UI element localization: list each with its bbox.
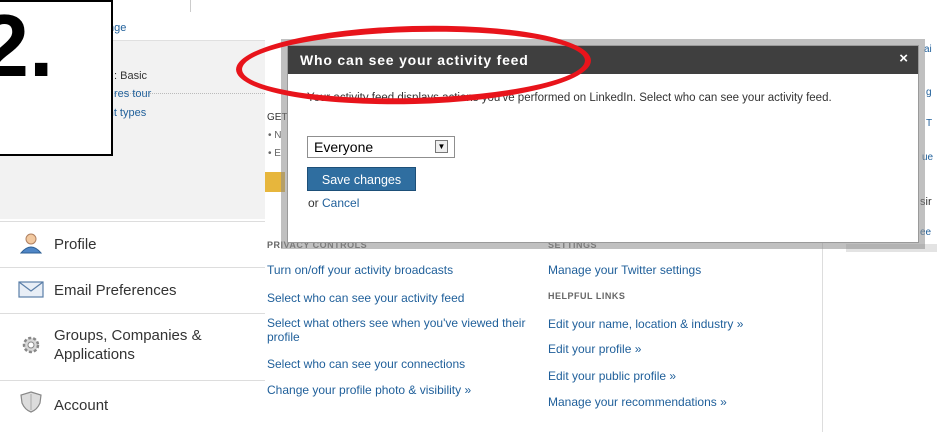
edge-text: ai bbox=[924, 44, 932, 55]
profile-icon bbox=[19, 233, 43, 254]
cancel-row: or Cancel bbox=[308, 196, 359, 210]
helpful-links-heading: HELPFUL LINKS bbox=[548, 291, 626, 301]
edit-public-profile-link[interactable]: Edit your public profile » bbox=[548, 369, 676, 383]
topbar-divider bbox=[190, 0, 191, 12]
edge-text: T bbox=[926, 118, 933, 129]
close-icon[interactable]: × bbox=[899, 50, 908, 67]
profile-photo-link[interactable]: Change your profile photo & visibility » bbox=[267, 383, 471, 397]
chevron-down-icon[interactable]: ▼ bbox=[435, 140, 448, 153]
save-button[interactable]: Save changes bbox=[307, 167, 416, 191]
step-number: 2. bbox=[0, 0, 54, 95]
column-divider bbox=[822, 238, 823, 432]
settings-nav: Profile Email Preferences Groups, Compan… bbox=[0, 221, 265, 426]
right-panel-bar bbox=[846, 244, 937, 252]
cancel-link[interactable]: Cancel bbox=[322, 196, 359, 210]
select-value: Everyone bbox=[314, 139, 374, 155]
features-tour-link[interactable]: res tour bbox=[114, 88, 151, 100]
edge-text: ee bbox=[920, 227, 932, 238]
nav-item-account[interactable]: Account bbox=[0, 380, 265, 426]
recommendations-link[interactable]: Manage your recommendations » bbox=[548, 395, 727, 409]
or-text: or bbox=[308, 196, 319, 210]
nav-label: Profile bbox=[54, 236, 97, 253]
visibility-select[interactable]: Everyone ▼ bbox=[307, 136, 455, 158]
gear-icon bbox=[22, 336, 40, 354]
twitter-settings-link[interactable]: Manage your Twitter settings bbox=[548, 263, 701, 277]
connections-link[interactable]: Select who can see your connections bbox=[267, 357, 465, 371]
step-callout: 2. bbox=[0, 0, 113, 156]
account-type-label: : Basic bbox=[114, 70, 148, 82]
edit-profile-link[interactable]: Edit your profile » bbox=[548, 342, 641, 356]
viewed-profile-link[interactable]: Select what others see when you've viewe… bbox=[267, 316, 532, 344]
activity-broadcasts-link[interactable]: Turn on/off your activity broadcasts bbox=[267, 263, 453, 277]
nav-item-email-preferences[interactable]: Email Preferences bbox=[0, 267, 265, 313]
background-heading: GET bbox=[267, 112, 288, 123]
edge-text: sir bbox=[920, 196, 932, 208]
shield-icon bbox=[20, 391, 42, 413]
activity-feed-link[interactable]: Select who can see your activity feed bbox=[267, 291, 464, 305]
edge-text: g bbox=[926, 87, 932, 98]
edit-name-link[interactable]: Edit your name, location & industry » bbox=[548, 317, 743, 331]
nav-label: Account bbox=[54, 397, 109, 414]
edge-text: ue bbox=[922, 152, 934, 163]
background-button bbox=[265, 172, 285, 192]
nav-item-groups-companies-applications[interactable]: Groups, Companies & Applications bbox=[0, 313, 265, 380]
nav-label: Groups, Companies & Applications bbox=[54, 327, 202, 363]
background-bullet: • N bbox=[268, 130, 282, 141]
nav-label: Email Preferences bbox=[54, 282, 177, 299]
nav-item-profile[interactable]: Profile bbox=[0, 221, 265, 267]
envelope-icon bbox=[18, 281, 44, 298]
background-bullet: • E bbox=[268, 148, 281, 159]
